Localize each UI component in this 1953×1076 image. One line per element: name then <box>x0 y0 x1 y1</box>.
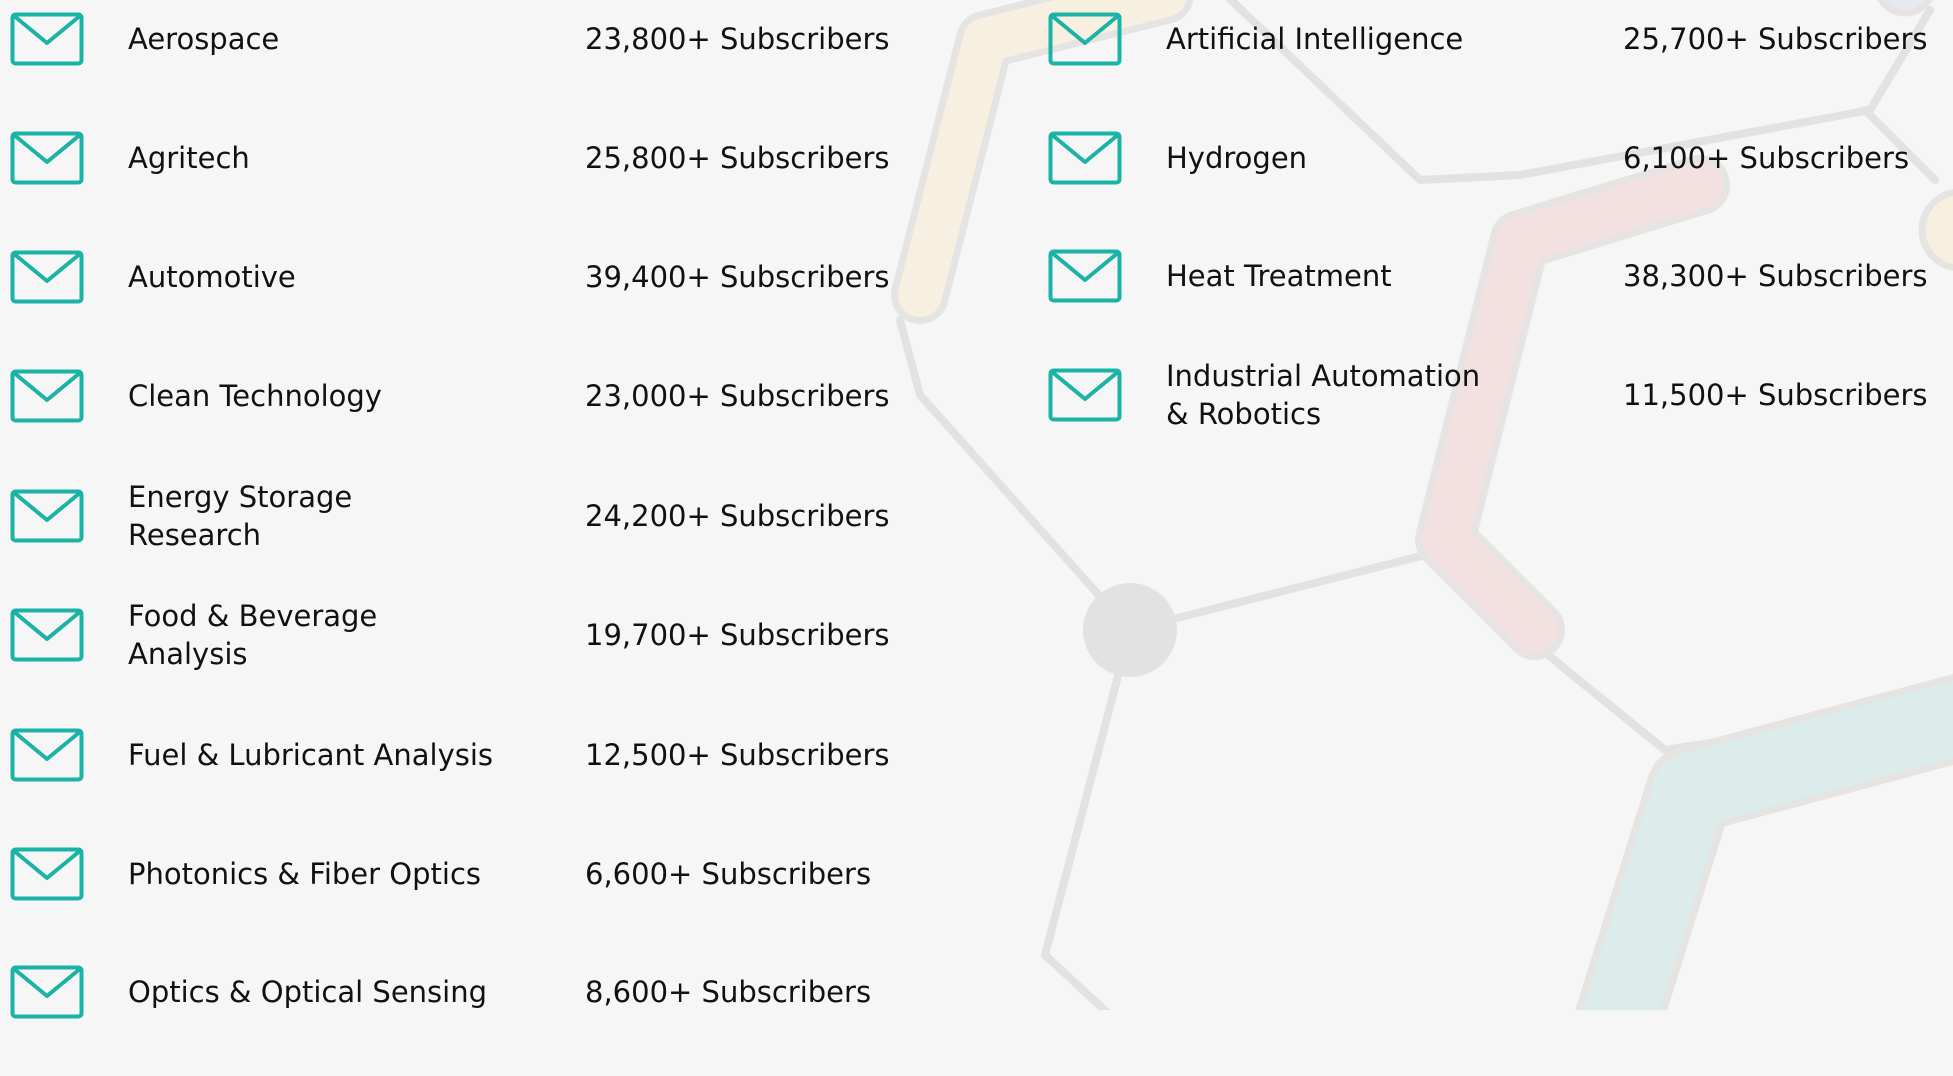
subscriber-count: 25,700+ Subscribers <box>1623 22 1928 56</box>
mail-icon[interactable] <box>10 131 84 185</box>
subscriber-count: 19,700+ Subscribers <box>585 618 890 652</box>
mail-icon[interactable] <box>1048 249 1122 303</box>
subscriber-count: 8,600+ Subscribers <box>585 975 872 1009</box>
mail-icon[interactable] <box>1048 131 1122 185</box>
subscriber-count: 38,300+ Subscribers <box>1623 259 1928 293</box>
subscriber-count: 11,500+ Subscribers <box>1623 378 1928 412</box>
list-item: Optics & Optical Sensing 8,600+ Subscrib… <box>0 957 960 1076</box>
subscriber-count: 6,600+ Subscribers <box>585 857 872 891</box>
mail-icon[interactable] <box>1048 368 1122 422</box>
list-item: Agritech 25,800+ Subscribers <box>0 123 960 242</box>
mail-icon[interactable] <box>10 965 84 1019</box>
list-item: Energy Storage Research 24,200+ Subscrib… <box>0 480 960 600</box>
list-item: Food & Beverage Analysis 19,700+ Subscri… <box>0 599 960 719</box>
list-item: Automotive 39,400+ Subscribers <box>0 242 960 361</box>
list-item: Fuel & Lubricant Analysis 12,500+ Subscr… <box>0 720 960 839</box>
newsletter-name: Agritech <box>128 141 250 175</box>
newsletter-name: Photonics & Fiber Optics <box>128 857 481 891</box>
list-item: Hydrogen 6,100+ Subscribers <box>1038 123 1953 242</box>
newsletter-name: Industrial Automation & Robotics <box>1166 359 1481 431</box>
newsletter-name: Energy Storage Research <box>128 480 353 552</box>
list-item: Heat Treatment 38,300+ Subscribers <box>1038 241 1953 360</box>
newsletter-name: Heat Treatment <box>1166 259 1392 293</box>
newsletter-name: Aerospace <box>128 22 280 56</box>
newsletter-name: Automotive <box>128 260 296 294</box>
subscriber-count: 23,800+ Subscribers <box>585 22 890 56</box>
list-item: Aerospace 23,800+ Subscribers <box>0 4 960 123</box>
mail-icon[interactable] <box>10 728 84 782</box>
subscriber-count: 23,000+ Subscribers <box>585 379 890 413</box>
list-item: Clean Technology 23,000+ Subscribers <box>0 361 960 480</box>
subscriber-count: 12,500+ Subscribers <box>585 738 890 772</box>
mail-icon[interactable] <box>10 12 84 66</box>
subscriber-count: 6,100+ Subscribers <box>1623 141 1910 175</box>
mail-icon[interactable] <box>10 489 84 543</box>
subscriber-count: 24,200+ Subscribers <box>585 499 890 533</box>
list-item: Industrial Automation & Robotics 11,500+… <box>1038 359 1953 479</box>
mail-icon[interactable] <box>10 847 84 901</box>
subscriber-count: 25,800+ Subscribers <box>585 141 890 175</box>
newsletter-name: Optics & Optical Sensing <box>128 975 488 1009</box>
newsletter-name: Hydrogen <box>1166 141 1308 175</box>
newsletter-name: Artificial Intelligence <box>1166 22 1464 56</box>
mail-icon[interactable] <box>10 608 84 662</box>
mail-icon[interactable] <box>1048 12 1122 66</box>
mail-icon[interactable] <box>10 369 84 423</box>
mail-icon[interactable] <box>10 250 84 304</box>
list-item: Photonics & Fiber Optics 6,600+ Subscrib… <box>0 839 960 958</box>
newsletter-name: Fuel & Lubricant Analysis <box>128 738 494 772</box>
newsletter-name: Food & Beverage Analysis <box>128 599 378 671</box>
subscriber-count: 39,400+ Subscribers <box>585 260 890 294</box>
list-item: Artificial Intelligence 25,700+ Subscrib… <box>1038 4 1953 123</box>
newsletter-name: Clean Technology <box>128 379 382 413</box>
